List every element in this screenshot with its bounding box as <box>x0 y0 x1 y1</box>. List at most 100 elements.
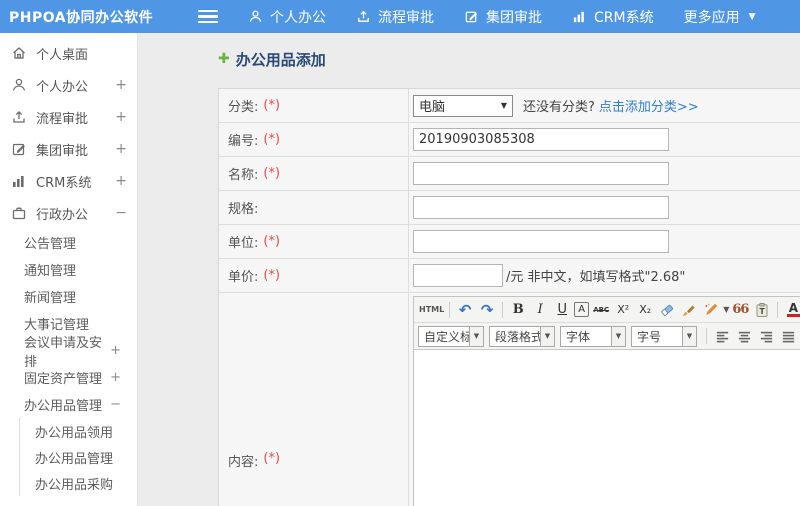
caret-down-icon[interactable]: ▼ <box>723 305 729 314</box>
custom-heading-select[interactable]: 自定义标题 ▼ <box>418 325 484 347</box>
edit-square-icon <box>464 9 479 24</box>
bold-button[interactable]: B <box>508 300 528 320</box>
font-family-select[interactable]: 字体 ▼ <box>560 325 626 347</box>
sidebar-item-personal-desktop[interactable]: 个人桌面 <box>0 37 137 69</box>
spec-label: 规格: <box>219 191 409 224</box>
expand-plus-icon[interactable]: + <box>110 343 121 358</box>
bar-chart-icon <box>11 173 27 189</box>
sidebar-subitem-fixed-assets[interactable]: 固定资产管理 + <box>0 364 137 391</box>
sidebar-item-crm-system[interactable]: CRM系统 + <box>0 165 137 197</box>
sidebar-subsubitem-supplies-claim[interactable]: 办公用品领用 <box>20 418 137 444</box>
sidebar-subitem-office-supplies[interactable]: 办公用品管理 − <box>0 391 137 418</box>
align-center-button[interactable] <box>734 326 754 346</box>
select-value: 段落格式 <box>495 329 540 344</box>
redo-button[interactable]: ↷ <box>477 300 497 320</box>
format-text-button[interactable]: A <box>574 302 590 317</box>
page-title: ✚ 办公用品添加 <box>218 49 800 69</box>
user-icon <box>248 9 263 24</box>
required-marker: (*) <box>263 98 281 113</box>
office-supplies-submenu: 办公用品领用 办公用品管理 办公用品采购 <box>19 418 137 496</box>
bar-chart-icon <box>572 9 587 24</box>
sidebar-item-admin-office[interactable]: 行政办公 − <box>0 197 137 229</box>
sidebar-subsubitem-supplies-manage[interactable]: 办公用品管理 <box>20 444 137 470</box>
content-value-cell: HTML ↶ ↷ B I U A ABC X² X₂ ▼ 66 T A 自定义标… <box>409 293 800 506</box>
form-row-spec: 规格: <box>219 191 800 225</box>
category-selected-value: 电脑 <box>419 100 446 115</box>
label-text: 规格: <box>228 202 259 217</box>
align-right-button[interactable] <box>756 326 776 346</box>
toolbar-divider <box>502 301 504 318</box>
unit-value-cell <box>409 225 800 258</box>
name-label: 名称: (*) <box>219 157 409 190</box>
nav-crm-system[interactable]: CRM系统 <box>572 7 654 27</box>
supplies-form: 分类: (*) 电脑 ▼ 还没有分类? 点击添加分类>> 编号: (*) 201… <box>218 88 800 506</box>
sidebar-label: 办公用品采购 <box>35 477 114 493</box>
expand-plus-icon[interactable]: + <box>115 141 127 157</box>
price-format-hint: /元 非中文，如填写格式"2.68" <box>506 270 686 285</box>
nav-personal-office[interactable]: 个人办公 <box>248 7 326 27</box>
sidebar-subitem-announcements[interactable]: 公告管理 <box>0 229 137 256</box>
remove-format-button[interactable] <box>657 300 677 320</box>
nav-more-apps[interactable]: 更多应用 ▼ <box>684 7 756 27</box>
editor-content-area[interactable] <box>414 350 800 506</box>
caret-down-icon: ▼ <box>682 326 696 346</box>
form-row-code: 编号: (*) <box>219 123 800 157</box>
subscript-button[interactable]: X₂ <box>635 300 655 320</box>
paragraph-format-select[interactable]: 段落格式 ▼ <box>489 325 555 347</box>
magic-format-button[interactable] <box>701 300 721 320</box>
topbar: PHPOA协同办公软件 个人办公 流程审批 集团审批 CRM系统 更多应用 ▼ <box>0 0 800 33</box>
paste-as-text-button[interactable]: T <box>752 300 772 320</box>
name-value-cell <box>409 157 800 190</box>
briefcase-icon <box>11 205 27 221</box>
expand-plus-icon[interactable]: + <box>115 77 127 93</box>
add-icon: ✚ <box>218 51 230 67</box>
sidebar-subitem-notices[interactable]: 通知管理 <box>0 256 137 283</box>
category-hint: 还没有分类? <box>523 100 595 115</box>
form-row-price: 单价: (*) /元 非中文，如填写格式"2.68" <box>219 259 800 293</box>
select-value: 自定义标题 <box>424 329 469 344</box>
admin-office-submenu: 公告管理 通知管理 新闻管理 大事记管理 会议申请及安排 + 固定资产管理 + … <box>0 229 137 418</box>
category-select[interactable]: 电脑 ▼ <box>413 94 513 117</box>
svg-text:T: T <box>760 307 766 316</box>
superscript-button[interactable]: X² <box>613 300 633 320</box>
format-painter-button[interactable] <box>679 300 699 320</box>
sidebar-subitem-news[interactable]: 新闻管理 <box>0 283 137 310</box>
expand-plus-icon[interactable]: + <box>115 109 127 125</box>
code-input[interactable] <box>413 128 669 151</box>
font-size-select[interactable]: 字号 ▼ <box>631 325 697 347</box>
undo-button[interactable]: ↶ <box>455 300 475 320</box>
sidebar-subsubitem-supplies-purchase[interactable]: 办公用品采购 <box>20 470 137 496</box>
expand-minus-icon[interactable]: − <box>110 397 121 412</box>
name-input[interactable] <box>413 162 669 185</box>
price-input[interactable] <box>413 264 503 287</box>
justify-button[interactable] <box>778 326 798 346</box>
strikethrough-button[interactable]: ABC <box>591 300 611 320</box>
label-text: 单位: <box>228 236 259 251</box>
expand-plus-icon[interactable]: + <box>110 370 121 385</box>
caret-down-icon: ▼ <box>469 326 483 346</box>
unit-input[interactable] <box>413 230 669 253</box>
sidebar-subitem-meetings[interactable]: 会议申请及安排 + <box>0 336 137 370</box>
italic-button[interactable]: I <box>530 300 550 320</box>
page-title-text: 办公用品添加 <box>235 50 326 69</box>
align-left-button[interactable] <box>712 326 732 346</box>
expand-plus-icon[interactable]: + <box>115 173 127 189</box>
nav-workflow-approval[interactable]: 流程审批 <box>356 7 434 27</box>
sidebar: 个人桌面 个人办公 + 流程审批 + 集团审批 + CRM系统 + 行政办公 − <box>0 33 138 506</box>
nav-group-approval[interactable]: 集团审批 <box>464 7 542 27</box>
source-code-button[interactable]: HTML <box>419 300 444 320</box>
top-navigation: 个人办公 流程审批 集团审批 CRM系统 更多应用 ▼ <box>248 7 756 27</box>
sidebar-item-workflow-approval[interactable]: 流程审批 + <box>0 101 137 133</box>
caret-down-icon: ▼ <box>748 11 756 22</box>
underline-button[interactable]: U <box>552 300 572 320</box>
expand-minus-icon[interactable]: − <box>115 205 127 221</box>
blockquote-button[interactable]: 66 <box>730 300 750 320</box>
font-color-button[interactable]: A <box>783 300 800 320</box>
add-category-link[interactable]: 点击添加分类>> <box>599 96 699 115</box>
sidebar-item-group-approval[interactable]: 集团审批 + <box>0 133 137 165</box>
menu-icon[interactable] <box>198 9 218 24</box>
sidebar-item-personal-office[interactable]: 个人办公 + <box>0 69 137 101</box>
form-row-unit: 单位: (*) <box>219 225 800 259</box>
font-color-glyph: A <box>788 301 799 315</box>
spec-input[interactable] <box>413 196 669 219</box>
